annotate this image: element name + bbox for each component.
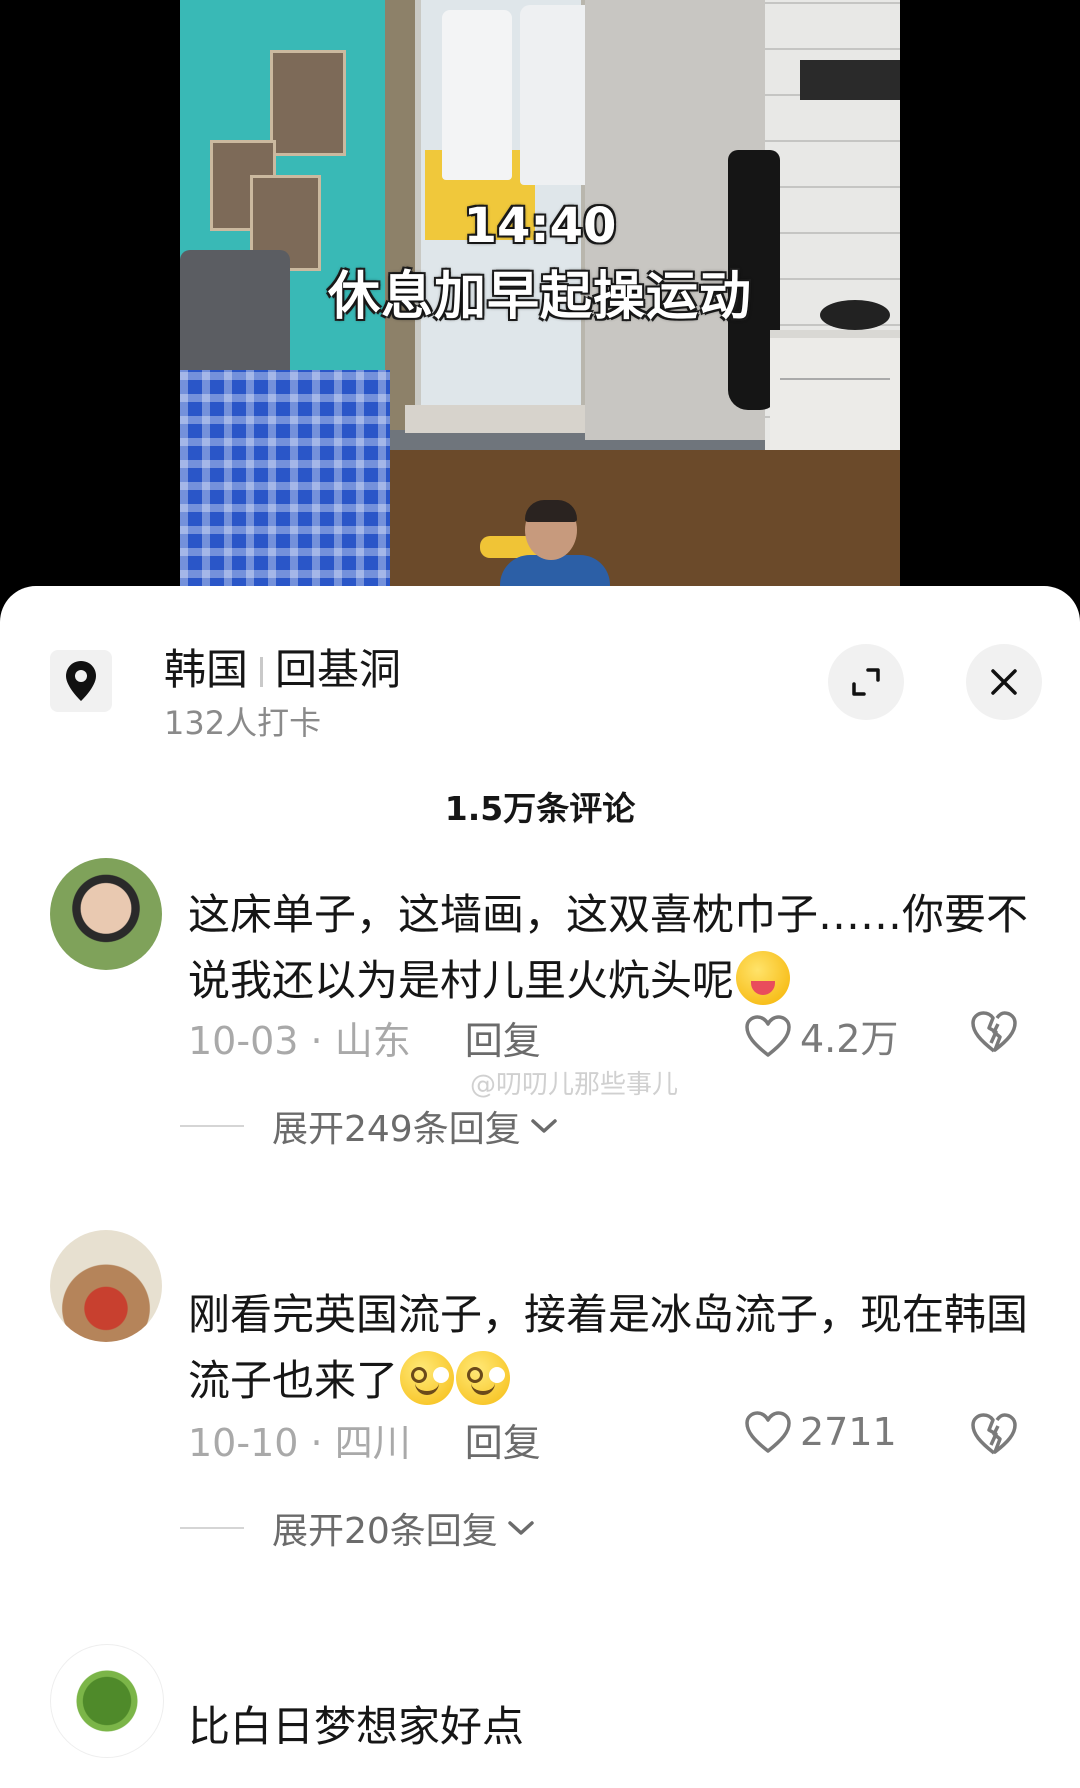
scene-shirt <box>442 10 512 180</box>
scene-hood <box>800 60 900 100</box>
expand-replies-label: 展开20条回复 <box>272 1511 498 1552</box>
reply-button[interactable]: 回复 <box>465 1421 541 1465</box>
expand-replies-button[interactable]: 展开20条回复 <box>180 1502 536 1554</box>
comment-date: 10-10 <box>188 1421 299 1465</box>
smile-face-icon <box>456 1351 511 1405</box>
scene-floor <box>330 450 900 600</box>
comment-text-content: 这床单子，这墙画，这双喜枕巾子……你要不说我还以为是村儿里火炕头呢 <box>188 890 1029 1005</box>
comment-region: 四川 <box>334 1421 411 1465</box>
like-count: 2711 <box>800 1410 897 1454</box>
meta-dot: · <box>310 1421 335 1465</box>
avatar[interactable] <box>50 1230 162 1342</box>
comment-meta: 10-03 · 山东 回复 <box>188 1010 541 1065</box>
comment-region: 山东 <box>334 1019 411 1063</box>
scene-bed <box>180 370 390 600</box>
expand-divider <box>180 1527 244 1529</box>
scene-poster <box>270 50 346 156</box>
meta-dot: · <box>310 1019 335 1063</box>
expand-icon <box>852 668 880 696</box>
scene-sill <box>405 405 585 433</box>
expand-divider <box>180 1125 244 1127</box>
yum-face-icon <box>736 951 791 1005</box>
comment-text: 刚看完英国流子，接着是冰岛流子，现在韩国流子也来了 <box>188 1282 1028 1414</box>
smile-face-icon <box>400 1351 455 1405</box>
comment-meta: 10-10 · 四川 回复 <box>188 1412 541 1467</box>
heart-icon <box>745 1411 791 1453</box>
comment-text: 比白日梦想家好点 <box>188 1702 525 1751</box>
comment-text-content: 刚看完英国流子，接着是冰岛流子，现在韩国流子也来了 <box>188 1290 1029 1405</box>
broken-heart-icon <box>971 1011 1017 1053</box>
location-separator <box>260 657 264 687</box>
video-overlay-time: 14:40 <box>463 198 617 254</box>
chevron-down-icon <box>508 1521 534 1535</box>
comments-sheet: 韩国 回基洞 132人打卡 1.5万条评论 @叨叨儿那些事儿 这床单子，这墙画，这… <box>0 586 1080 1788</box>
heart-icon <box>745 1014 791 1057</box>
like-button[interactable]: 4.2万 <box>744 1008 898 1063</box>
scene-person <box>500 500 610 600</box>
location-place: 回基洞 <box>275 645 402 694</box>
close-icon <box>991 669 1017 695</box>
comment-date: 10-03 <box>188 1019 299 1063</box>
close-button[interactable] <box>966 644 1042 720</box>
like-count: 4.2万 <box>800 1017 899 1061</box>
location-title[interactable]: 韩国 回基洞 <box>164 636 401 697</box>
avatar[interactable] <box>50 858 162 970</box>
chevron-down-icon <box>530 1119 557 1133</box>
comment-text: 这床单子，这墙画，这双喜枕巾子……你要不说我还以为是村儿里火炕头呢 <box>188 882 1028 1014</box>
comments-count: 1.5万条评论 <box>444 789 636 828</box>
watermark: @叨叨儿那些事儿 <box>470 1070 679 1100</box>
like-button[interactable]: 2711 <box>744 1410 897 1454</box>
location-checkins: 132人打卡 <box>164 704 322 742</box>
video-player[interactable]: 14:40 休息加早起操运动 <box>0 0 1080 600</box>
video-overlay-caption: 休息加早起操运动 <box>327 267 752 327</box>
expand-button[interactable] <box>828 644 904 720</box>
broken-heart-icon <box>971 1413 1017 1455</box>
expand-replies-label: 展开249条回复 <box>272 1109 521 1150</box>
avatar[interactable] <box>50 1644 164 1758</box>
location-country: 韩国 <box>164 645 249 694</box>
location-pin-icon[interactable] <box>50 650 112 712</box>
dislike-button[interactable] <box>970 1412 1018 1460</box>
dislike-button[interactable] <box>970 1010 1018 1058</box>
expand-replies-button[interactable]: 展开249条回复 <box>180 1100 559 1152</box>
reply-button[interactable]: 回复 <box>465 1019 541 1063</box>
